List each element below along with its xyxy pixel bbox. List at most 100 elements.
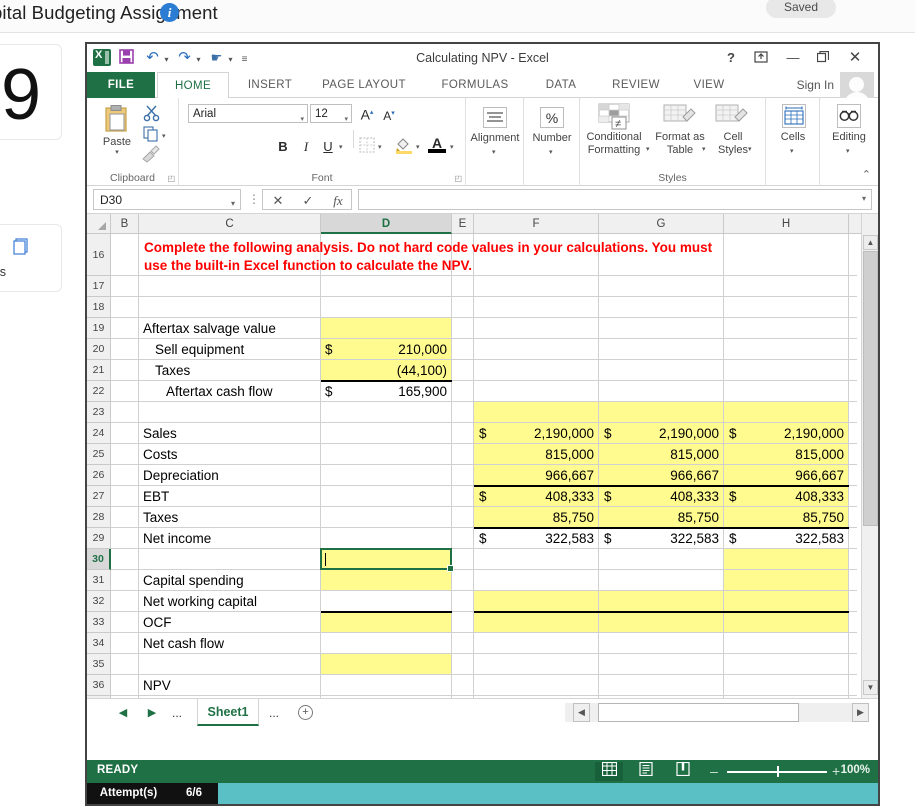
hscroll-right-button[interactable]: ▶: [852, 703, 869, 722]
cell-C30[interactable]: Capital spending: [143, 570, 244, 591]
row-header-19[interactable]: 19: [87, 318, 111, 339]
cell-G23[interactable]: 2,190,000: [604, 423, 719, 444]
cell-C27[interactable]: Taxes: [143, 507, 178, 528]
cell-styles-dropdown-icon[interactable]: ▾: [748, 145, 752, 153]
column-header-H[interactable]: H: [724, 214, 849, 234]
cell-C19[interactable]: Sell equipment: [155, 339, 244, 360]
row-header-36[interactable]: 36: [87, 675, 111, 696]
scroll-down-button[interactable]: ▼: [863, 680, 878, 695]
ribbon-display-options-icon[interactable]: [748, 48, 774, 68]
horizontal-scroll-thumb[interactable]: [598, 703, 799, 722]
column-header-G[interactable]: G: [599, 214, 724, 234]
row-header-25[interactable]: 25: [87, 444, 111, 465]
number-format-icon[interactable]: %: [540, 107, 564, 128]
minimize-button[interactable]: —: [780, 48, 806, 68]
row-header-26[interactable]: 26: [87, 465, 111, 486]
zoom-percent[interactable]: 100%: [841, 764, 870, 776]
zoom-out-button[interactable]: –: [710, 763, 718, 779]
tab-data[interactable]: DATA: [531, 72, 591, 98]
italic-button[interactable]: I: [298, 138, 314, 156]
cell-G25[interactable]: 966,667: [604, 465, 719, 486]
clipboard-dialog-launcher[interactable]: ◰: [167, 174, 175, 183]
tab-insert[interactable]: INSERT: [237, 72, 303, 98]
formula-expand-icon[interactable]: ▾: [862, 194, 866, 203]
copy-icon[interactable]: [143, 126, 159, 145]
cells-icon[interactable]: [782, 104, 806, 128]
cell-C28[interactable]: Net income: [143, 528, 211, 549]
sheet-tab-sheet1[interactable]: Sheet1: [197, 699, 259, 726]
font-color-dropdown-icon[interactable]: ▾: [450, 143, 454, 151]
select-all-corner[interactable]: [87, 214, 111, 234]
font-name-input[interactable]: Arial ▾: [188, 104, 308, 123]
tab-home[interactable]: HOME: [157, 72, 229, 99]
paste-button[interactable]: Paste ▾: [95, 104, 139, 156]
sign-in-link[interactable]: Sign In: [797, 72, 834, 98]
conditional-formatting-dropdown-icon[interactable]: ▾: [646, 145, 650, 153]
cell-G26[interactable]: 408,333: [604, 486, 719, 507]
cancel-formula-icon[interactable]: ✕: [263, 191, 293, 210]
cell-canvas[interactable]: Complete the following analysis. Do not …: [111, 234, 857, 699]
cell-D21[interactable]: 165,900: [325, 381, 447, 402]
name-box[interactable]: D30 ▾: [93, 189, 241, 210]
borders-dropdown-icon[interactable]: ▾: [378, 143, 382, 151]
cell-C26[interactable]: EBT: [143, 486, 169, 507]
close-button[interactable]: ✕: [842, 48, 868, 68]
cell-G24[interactable]: 815,000: [604, 444, 719, 465]
cell-C18[interactable]: Aftertax salvage value: [143, 318, 276, 339]
row-header-32[interactable]: 32: [87, 591, 111, 612]
zoom-in-button[interactable]: +: [832, 763, 840, 779]
cell-H25[interactable]: 966,667: [729, 465, 844, 486]
fill-color-dropdown-icon[interactable]: ▾: [416, 143, 420, 151]
row-header-27[interactable]: 27: [87, 486, 111, 507]
tab-page-layout[interactable]: PAGE LAYOUT: [309, 72, 419, 98]
row-header-33[interactable]: 33: [87, 612, 111, 633]
row-header-30[interactable]: 30: [87, 549, 111, 570]
row-header-34[interactable]: 34: [87, 633, 111, 654]
cell-F27[interactable]: 85,750: [479, 507, 594, 528]
cell-C33[interactable]: Net cash flow: [143, 633, 224, 654]
tab-review[interactable]: REVIEW: [597, 72, 675, 98]
insert-function-icon[interactable]: fx: [323, 191, 353, 210]
copy-dropdown-icon[interactable]: ▾: [162, 132, 166, 140]
next-sheet-button[interactable]: ▶: [144, 706, 160, 722]
cell-H24[interactable]: 815,000: [729, 444, 844, 465]
cut-icon[interactable]: [143, 104, 161, 125]
cell-G28[interactable]: 322,583: [604, 528, 719, 549]
alignment-dropdown-icon[interactable]: ▾: [492, 148, 496, 156]
hscroll-left-button[interactable]: ◀: [573, 703, 590, 722]
cell-F23[interactable]: 2,190,000: [479, 423, 594, 444]
sheet-overflow-left[interactable]: ...: [172, 706, 182, 720]
font-name-dropdown-icon[interactable]: ▾: [300, 111, 304, 129]
row-header-29[interactable]: 29: [87, 528, 111, 549]
column-header-E[interactable]: E: [452, 214, 474, 234]
cell-C21[interactable]: Aftertax cash flow: [166, 381, 273, 402]
row-header-28[interactable]: 28: [87, 507, 111, 528]
row-header-35[interactable]: 35: [87, 654, 111, 675]
restore-button[interactable]: [810, 48, 836, 68]
cell-F24[interactable]: 815,000: [479, 444, 594, 465]
editing-dropdown-icon[interactable]: ▾: [846, 147, 850, 155]
row-header-21[interactable]: 21: [87, 360, 111, 381]
grow-font-button[interactable]: A▴: [359, 104, 375, 122]
underline-button[interactable]: U: [320, 138, 336, 156]
vertical-scroll-thumb[interactable]: [863, 251, 878, 526]
cell-styles-label[interactable]: Cell Styles: [710, 131, 756, 157]
info-icon[interactable]: i: [160, 3, 179, 22]
row-header-31[interactable]: 31: [87, 570, 111, 591]
fill-color-icon[interactable]: [395, 136, 412, 156]
formula-input[interactable]: ▾: [358, 189, 872, 210]
column-header-B[interactable]: B: [111, 214, 139, 234]
zoom-slider-handle[interactable]: [777, 766, 779, 777]
enter-formula-icon[interactable]: ✓: [293, 191, 323, 210]
row-header-20[interactable]: 20: [87, 339, 111, 360]
number-dropdown-icon[interactable]: ▾: [549, 148, 553, 156]
format-painter-icon[interactable]: [141, 145, 161, 166]
borders-icon[interactable]: [359, 137, 375, 156]
cell-F26[interactable]: 408,333: [479, 486, 594, 507]
cell-H23[interactable]: 2,190,000: [729, 423, 844, 444]
cell-D19[interactable]: 210,000: [325, 339, 447, 360]
font-size-input[interactable]: 12 ▾: [310, 104, 352, 123]
vertical-scrollbar[interactable]: ▲ ▼: [861, 214, 878, 699]
page-layout-view-icon[interactable]: [632, 762, 660, 781]
paste-dropdown-icon[interactable]: ▾: [95, 148, 139, 156]
